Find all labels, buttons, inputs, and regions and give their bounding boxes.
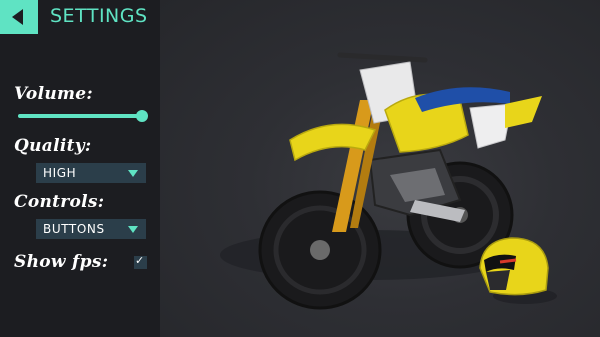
- settings-header: SETTINGS: [0, 0, 160, 34]
- quality-dropdown-value: HIGH: [43, 166, 77, 180]
- quality-label: Quality:: [14, 136, 92, 156]
- controls-dropdown-value: BUTTONS: [43, 222, 105, 236]
- dirt-bike-render: [220, 52, 557, 310]
- chevron-down-icon: [128, 170, 138, 177]
- chevron-down-icon: [128, 226, 138, 233]
- front-wheel: [258, 190, 382, 310]
- volume-slider-track: [18, 114, 142, 118]
- volume-slider-knob[interactable]: [136, 110, 148, 122]
- show-fps-checkbox[interactable]: ✓: [134, 254, 147, 269]
- back-arrow-icon: [12, 9, 23, 25]
- controls-dropdown[interactable]: BUTTONS: [36, 219, 146, 239]
- page-title: SETTINGS: [50, 5, 148, 27]
- show-fps-label: Show fps:: [14, 252, 109, 272]
- volume-slider[interactable]: [18, 110, 148, 122]
- volume-label: Volume:: [14, 84, 93, 104]
- checkmark-icon: ✓: [135, 254, 145, 267]
- back-button[interactable]: [0, 0, 38, 34]
- bike-preview-scene: [160, 0, 600, 337]
- quality-dropdown[interactable]: HIGH: [36, 163, 146, 183]
- settings-panel: SETTINGS Volume: Quality: HIGH Controls:…: [0, 0, 160, 337]
- controls-label: Controls:: [14, 192, 105, 212]
- helmet-render: [479, 237, 557, 304]
